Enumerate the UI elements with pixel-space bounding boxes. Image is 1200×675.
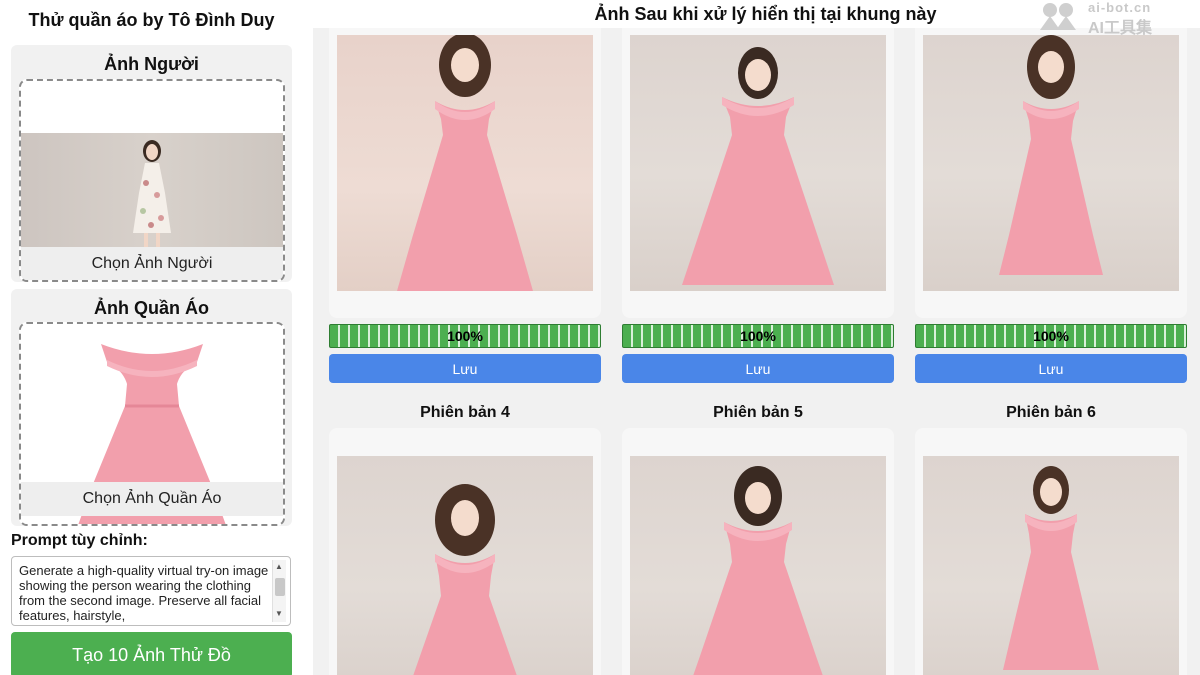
scroll-down-icon[interactable]: ▼ [275,610,283,618]
watermark-line-2: AI工具集 [1088,20,1153,37]
results-area: Ảnh Sau khi xử lý hiển thị tại khung này… [313,0,1200,675]
result-photo [630,456,886,675]
choose-person-button[interactable]: Chọn Ảnh Người [21,247,283,280]
progress-text: 100% [447,328,483,344]
dress-icon [413,484,517,675]
prompt-textarea[interactable]: Generate a high-quality virtual try-on i… [11,556,291,626]
person-panel: Ảnh Người Chọn Ảnh Người [11,45,292,282]
generate-button[interactable]: Tạo 10 Ảnh Thử Đồ [11,632,292,675]
progress-bar: 100% [915,324,1187,348]
garment-panel: Ảnh Quần Áo Chọn Ảnh Quần Áo [11,289,292,526]
scroll-thumb[interactable] [275,578,285,596]
prompt-scrollbar[interactable]: ▲ ▼ [272,560,286,622]
watermark-logo-icon [1040,3,1076,30]
result-photo [337,456,593,675]
person-dropzone[interactable]: Chọn Ảnh Người [19,79,285,282]
result-photo [923,35,1179,291]
dress-icon [1003,466,1099,670]
version-title: Phiên bản 5 [713,404,803,421]
save-button[interactable]: Lưu [329,354,601,383]
sidebar: Thử quần áo by Tô Đình Duy Ảnh Người Chọ… [0,0,303,675]
result-image-frame [329,428,601,675]
version-title: Phiên bản 4 [420,404,510,421]
dress-icon [682,47,834,285]
save-button[interactable]: Lưu [915,354,1187,383]
version-title: Phiên bản 6 [1006,404,1096,421]
progress-text: 100% [1033,328,1069,344]
save-button[interactable]: Lưu [622,354,894,383]
dress-icon [693,466,823,675]
progress-bar: 100% [329,324,601,348]
app-title: Thử quần áo by Tô Đình Duy [28,10,275,30]
dress-icon [397,35,533,291]
dress-icon [999,35,1103,275]
result-image-frame [915,0,1187,318]
person-panel-title: Ảnh Người [104,54,199,74]
watermark: ai-bot.cn AI工具集 [1034,0,1194,37]
result-image-frame [622,428,894,675]
watermark-line-1: ai-bot.cn [1088,0,1152,15]
result-image-frame [622,0,894,318]
scroll-up-icon[interactable]: ▲ [275,563,283,571]
choose-garment-button[interactable]: Chọn Ảnh Quần Áo [21,482,283,516]
garment-panel-title: Ảnh Quần Áo [94,298,209,318]
result-image-frame [915,428,1187,675]
app-root: Thử quần áo by Tô Đình Duy Ảnh Người Chọ… [0,0,1200,675]
result-image-frame [329,0,601,318]
prompt-label: Prompt tùy chỉnh: [11,532,148,549]
result-photo [630,35,886,291]
garment-dropzone[interactable]: Chọn Ảnh Quần Áo [19,322,285,526]
progress-bar: 100% [622,324,894,348]
result-photo [923,456,1179,675]
result-photo [337,35,593,291]
progress-text: 100% [740,328,776,344]
